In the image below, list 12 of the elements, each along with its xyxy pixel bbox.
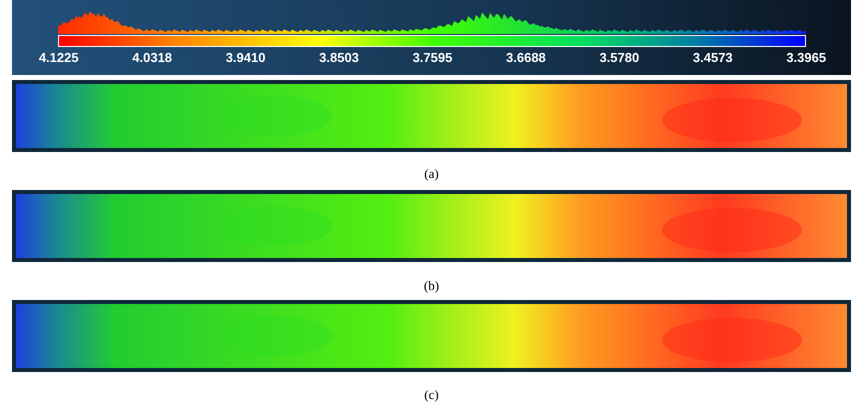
figure-caption: (c) bbox=[423, 387, 440, 403]
scale-label: 3.3965 bbox=[785, 50, 828, 65]
scale-label: 3.6688 bbox=[505, 50, 547, 65]
scale-label: 3.4573 bbox=[692, 50, 734, 65]
scale-label: 4.1225 bbox=[38, 50, 80, 65]
figure-caption: (a) bbox=[423, 166, 440, 182]
scale-label: 3.5780 bbox=[598, 50, 640, 65]
scale-label: 3.8503 bbox=[318, 50, 360, 65]
scale-label: 3.9410 bbox=[224, 50, 266, 65]
scale-label: 4.0318 bbox=[131, 50, 174, 65]
figure-caption: (b) bbox=[422, 278, 440, 294]
scale-label: 3.7595 bbox=[412, 50, 454, 65]
